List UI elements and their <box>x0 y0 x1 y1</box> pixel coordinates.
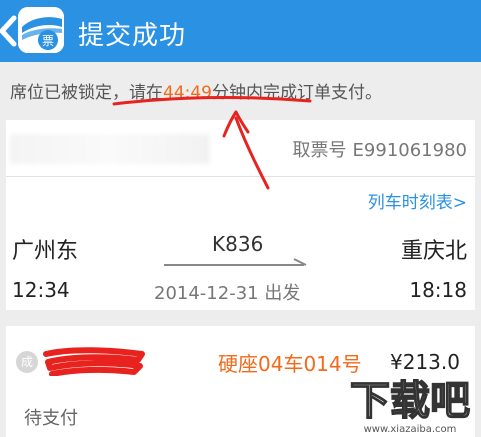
redaction-scribble <box>43 347 145 376</box>
departure-date: 2014-12-31 出发 <box>154 283 301 304</box>
direction-arrow-icon <box>164 258 307 266</box>
svg-text:下载吧: 下载吧 <box>350 378 470 424</box>
ticket-number-value: E991061980 <box>352 140 467 161</box>
page-title: 提交成功 <box>78 21 187 51</box>
ticket-number-label: 取票号 <box>292 140 347 161</box>
app-logo-icon: 票 <box>18 7 64 53</box>
departure-time: 12:34 <box>12 278 70 302</box>
countdown-timer: 44:49 <box>163 83 212 103</box>
train-timetable-link[interactable]: 列车时刻表> <box>368 188 467 213</box>
arrival-station: 重庆北 <box>400 239 467 264</box>
arrival-time: 18:18 <box>409 278 467 302</box>
divider <box>6 176 475 177</box>
passenger-badge: 成 <box>16 351 38 373</box>
app-header: 票 提交成功 <box>0 0 481 62</box>
notice-suffix: 分钟内完成订单支付。 <box>212 83 382 103</box>
departure-station: 广州东 <box>12 239 79 264</box>
ticket-price: ¥213.0 <box>390 350 460 374</box>
svg-text:票: 票 <box>42 34 54 48</box>
watermark-logo: 下载吧 www.xiazaiba.com <box>349 377 471 435</box>
blurred-area <box>10 134 210 164</box>
ticket-number: 取票号 E991061980 <box>287 136 467 162</box>
order-submitted-screen: 票 提交成功 席位已被锁定，请在44:49分钟内完成订单支付。 取票号 E9910… <box>0 0 481 437</box>
train-number: K836 <box>212 232 264 256</box>
notice-prefix: 席位已被锁定，请在 <box>10 83 163 103</box>
ticket-card: 取票号 E991061980 列车时刻表> 广州东 K836 重庆北 12:34 … <box>6 120 475 310</box>
seat-lock-notice: 席位已被锁定，请在44:49分钟内完成订单支付。 <box>10 78 382 103</box>
svg-text:www.xiazaiba.com: www.xiazaiba.com <box>364 424 457 435</box>
payment-status: 待支付 <box>24 408 78 429</box>
back-arrow-icon[interactable] <box>0 12 20 50</box>
